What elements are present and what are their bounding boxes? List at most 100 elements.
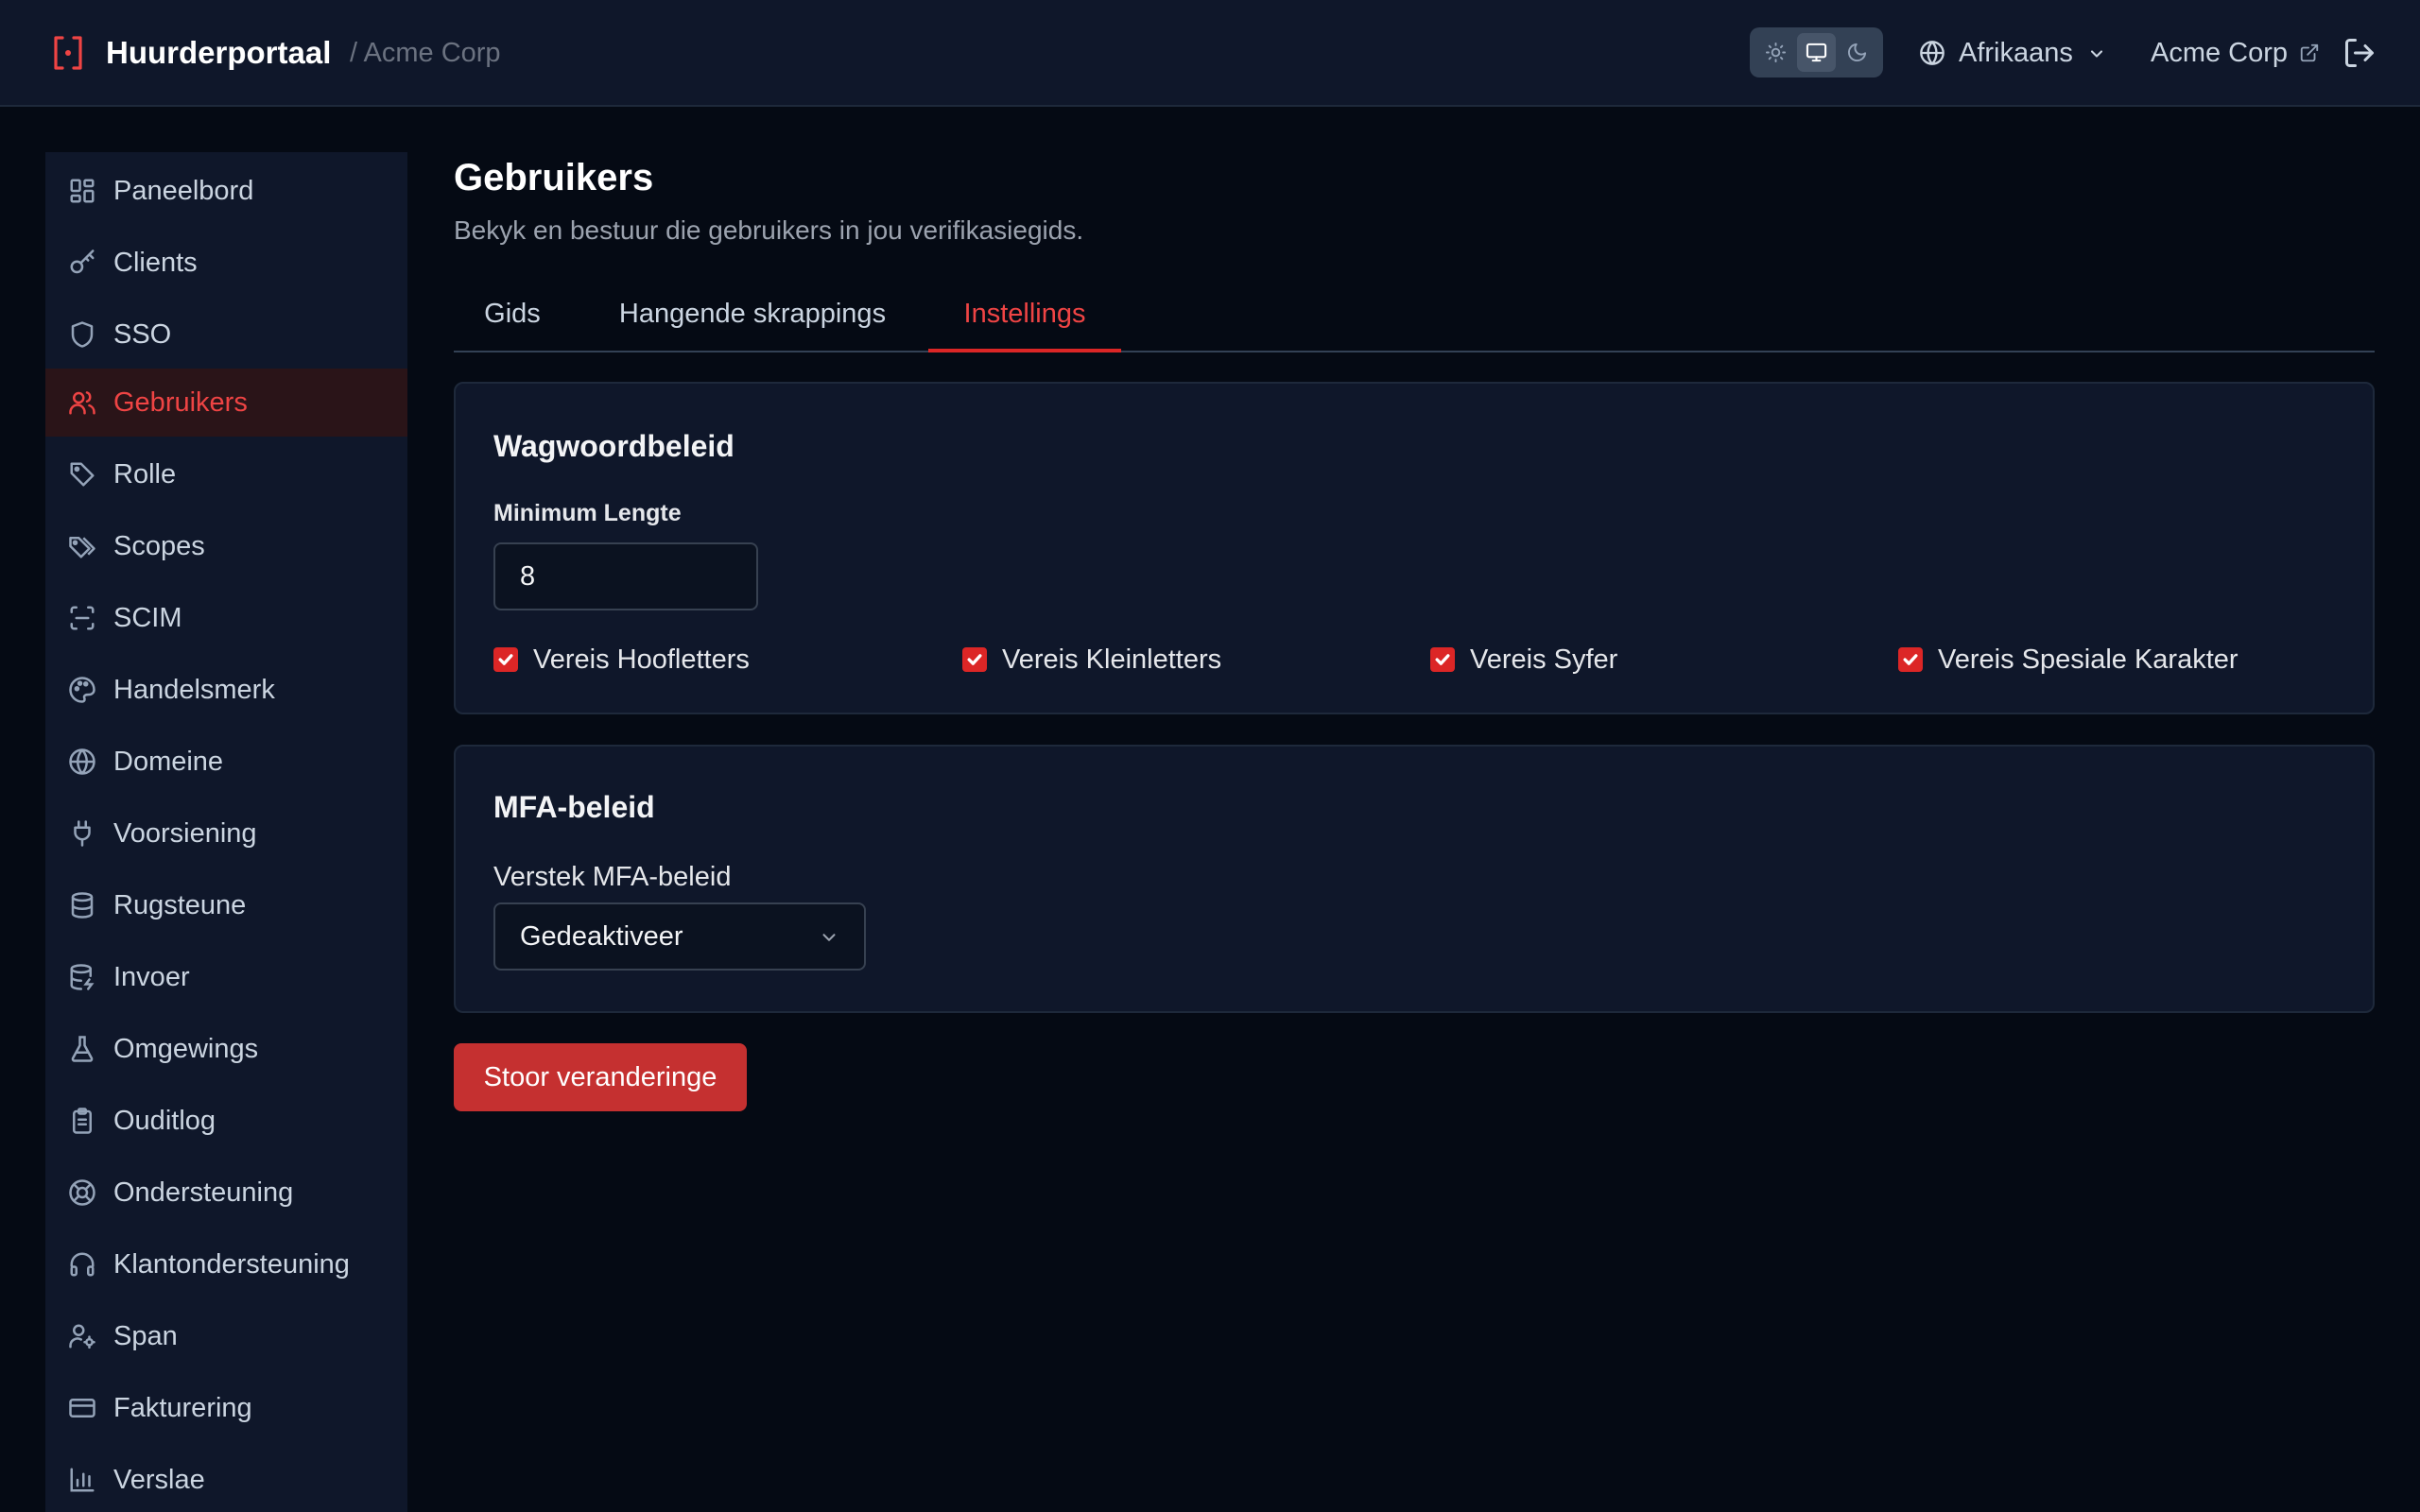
checkmark-icon	[1435, 654, 1450, 665]
sidebar-item-audit-log[interactable]: Ouditlog	[45, 1087, 407, 1155]
dashboard-icon	[70, 179, 95, 203]
default-mfa-label: Verstek MFA-beleid	[493, 862, 732, 892]
checkbox-label: Vereis Kleinletters	[1002, 644, 1222, 675]
sidebar-item-roles[interactable]: Rolle	[45, 440, 407, 508]
flask-icon	[71, 1036, 94, 1062]
database-import-icon	[70, 964, 95, 990]
checkbox-label: Vereis Syfer	[1470, 644, 1618, 675]
password-policy-title: Wagwoordbeleid	[493, 429, 735, 463]
sidebar-item-label: Rugsteune	[113, 890, 247, 920]
min-length-label: Minimum Lengte	[493, 500, 682, 526]
sidebar-item-label: Clients	[113, 248, 198, 278]
sidebar-item-reports[interactable]: Verslae	[45, 1446, 407, 1512]
top-bar: Huurderportaal / Acme Corp Afrikaans Acm…	[0, 0, 2420, 107]
min-length-input[interactable]	[493, 542, 758, 610]
external-link-icon	[2300, 43, 2319, 62]
plug-icon	[74, 820, 91, 847]
theme-dark-button[interactable]	[1838, 33, 1876, 72]
sidebar-item-label: Handelsmerk	[113, 675, 275, 705]
sidebar-item-label: Omgewings	[113, 1034, 259, 1064]
sidebar-item-scopes[interactable]: Scopes	[45, 512, 407, 580]
checkbox-label: Vereis Hoofletters	[533, 644, 750, 675]
sidebar-item-label: Invoer	[113, 962, 190, 992]
sidebar: Paneelbord Clients SSO Gebruikers Rolle …	[45, 152, 407, 1512]
sidebar-item-scim[interactable]: SCIM	[45, 584, 407, 652]
tab-directory[interactable]: Gids	[454, 284, 571, 352]
headset-icon	[70, 1252, 95, 1277]
sidebar-item-label: Paneelbord	[113, 176, 254, 206]
sidebar-item-support[interactable]: Ondersteuning	[45, 1159, 407, 1227]
sidebar-item-branding[interactable]: Handelsmerk	[45, 656, 407, 724]
monitor-icon	[1806, 43, 1827, 62]
sidebar-item-import[interactable]: Invoer	[45, 943, 407, 1011]
sidebar-item-clients[interactable]: Clients	[45, 229, 407, 297]
checkmark-icon	[967, 654, 982, 665]
mfa-policy-title: MFA-beleid	[493, 790, 655, 824]
sidebar-item-label: Fakturering	[113, 1393, 252, 1423]
sidebar-item-dashboard[interactable]: Paneelbord	[45, 157, 407, 225]
theme-light-button[interactable]	[1756, 33, 1795, 72]
language-label: Afrikaans	[1959, 38, 2073, 68]
sidebar-item-billing[interactable]: Fakturering	[45, 1374, 407, 1442]
sidebar-item-label: Ouditlog	[113, 1106, 216, 1136]
sidebar-item-label: Voorsiening	[113, 818, 257, 849]
default-mfa-select[interactable]: Gedeaktiveer	[493, 902, 866, 971]
logout-icon[interactable]	[2342, 36, 2377, 70]
mfa-policy-card: MFA-beleid Verstek MFA-beleid Gedeaktive…	[454, 745, 2375, 1013]
sidebar-item-sso[interactable]: SSO	[45, 301, 407, 369]
sidebar-item-label: Verslae	[113, 1465, 205, 1495]
chevron-down-icon	[2090, 50, 2103, 58]
tab-settings[interactable]: Instellings	[928, 284, 1121, 352]
tag-icon	[70, 462, 95, 487]
scan-icon	[70, 606, 95, 630]
sidebar-item-customer-support[interactable]: Klantondersteuning	[45, 1230, 407, 1298]
credit-card-icon	[69, 1399, 95, 1418]
user-cog-icon	[69, 1324, 95, 1349]
select-value: Gedeaktiveer	[520, 921, 683, 952]
theme-system-button[interactable]	[1797, 33, 1836, 72]
theme-switcher	[1750, 27, 1883, 77]
sidebar-item-label: SCIM	[113, 603, 182, 633]
sidebar-item-label: Span	[113, 1321, 178, 1351]
sun-icon	[1765, 42, 1787, 63]
sidebar-item-label: Gebruikers	[113, 387, 248, 418]
sidebar-item-label: SSO	[113, 319, 172, 350]
sidebar-item-users[interactable]: Gebruikers	[45, 369, 407, 437]
tags-icon	[69, 537, 95, 558]
chevron-down-icon	[822, 934, 836, 941]
sidebar-item-backups[interactable]: Rugsteune	[45, 871, 407, 939]
key-icon	[70, 249, 95, 274]
sidebar-item-team[interactable]: Span	[45, 1302, 407, 1370]
sidebar-item-provisioning[interactable]: Voorsiening	[45, 799, 407, 868]
moon-icon	[1847, 43, 1867, 62]
sidebar-item-label: Scopes	[113, 531, 205, 561]
app-title[interactable]: Huurderportaal	[106, 32, 331, 74]
palette-icon	[69, 677, 95, 703]
sidebar-item-environments[interactable]: Omgewings	[45, 1015, 407, 1083]
checkmark-icon	[1903, 654, 1918, 665]
organization-label: Acme Corp	[2151, 38, 2289, 68]
tab-pending-deletions[interactable]: Hangende skrappings	[593, 284, 912, 352]
bar-chart-icon	[70, 1468, 95, 1492]
shield-icon	[71, 321, 94, 348]
checkbox-checked[interactable]	[962, 647, 987, 672]
lifebuoy-icon	[69, 1179, 95, 1206]
checkbox-checked[interactable]	[1430, 647, 1455, 672]
globe-icon	[1920, 41, 1945, 65]
database-icon	[71, 892, 94, 919]
globe-icon	[69, 748, 95, 775]
sidebar-item-label: Domeine	[113, 747, 224, 777]
sidebar-item-label: Klantondersteuning	[113, 1249, 350, 1280]
checkbox-label: Vereis Spesiale Karakter	[1938, 644, 2238, 675]
sidebar-item-label: Rolle	[113, 459, 177, 490]
sidebar-item-domains[interactable]: Domeine	[45, 728, 407, 796]
breadcrumb-organization: / Acme Corp	[350, 38, 501, 68]
password-policy-card: Wagwoordbeleid Minimum Lengte Vereis Hoo…	[454, 382, 2375, 714]
save-changes-button[interactable]: Stoor veranderinge	[454, 1043, 747, 1111]
checkmark-icon	[498, 654, 513, 665]
page-subtitle: Bekyk en bestuur die gebruikers in jou v…	[454, 215, 1084, 245]
checkbox-checked[interactable]	[1898, 647, 1923, 672]
checkbox-checked[interactable]	[493, 647, 518, 672]
clipboard-icon	[73, 1108, 92, 1134]
users-icon	[69, 391, 95, 415]
